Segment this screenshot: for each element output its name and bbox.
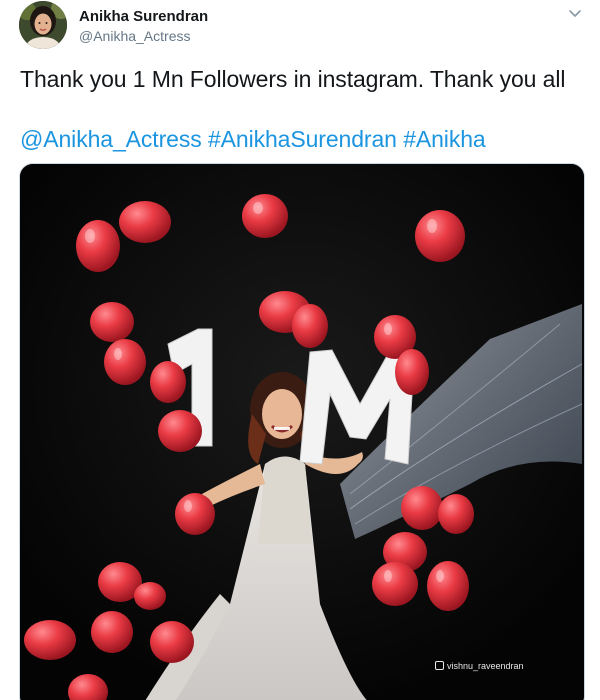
mention-link[interactable]: @Anikha_Actress — [20, 126, 202, 152]
tweet-tags: @Anikha_Actress #AnikhaSurendran #Anikha — [20, 126, 486, 153]
chevron-down-icon[interactable] — [565, 6, 585, 22]
author-name[interactable]: Anikha Surendran — [79, 8, 208, 25]
tweet-photo[interactable]: vishnu_raveendran — [19, 163, 585, 700]
author-handle[interactable]: @Anikha_Actress — [79, 28, 190, 44]
photo-watermark: vishnu_raveendran — [435, 661, 524, 671]
tweet-card: Anikha Surendran @Anikha_Actress Thank y… — [0, 0, 600, 700]
avatar[interactable] — [19, 1, 67, 49]
avatar-image — [19, 1, 67, 49]
hashtag-link[interactable]: #AnikhaSurendran — [208, 126, 397, 152]
photo-scene — [20, 164, 584, 700]
tweet-text: Thank you 1 Mn Followers in instagram. T… — [20, 66, 566, 92]
instagram-icon — [435, 661, 444, 670]
watermark-text: vishnu_raveendran — [447, 661, 524, 671]
hashtag-link[interactable]: #Anikha — [403, 126, 486, 152]
